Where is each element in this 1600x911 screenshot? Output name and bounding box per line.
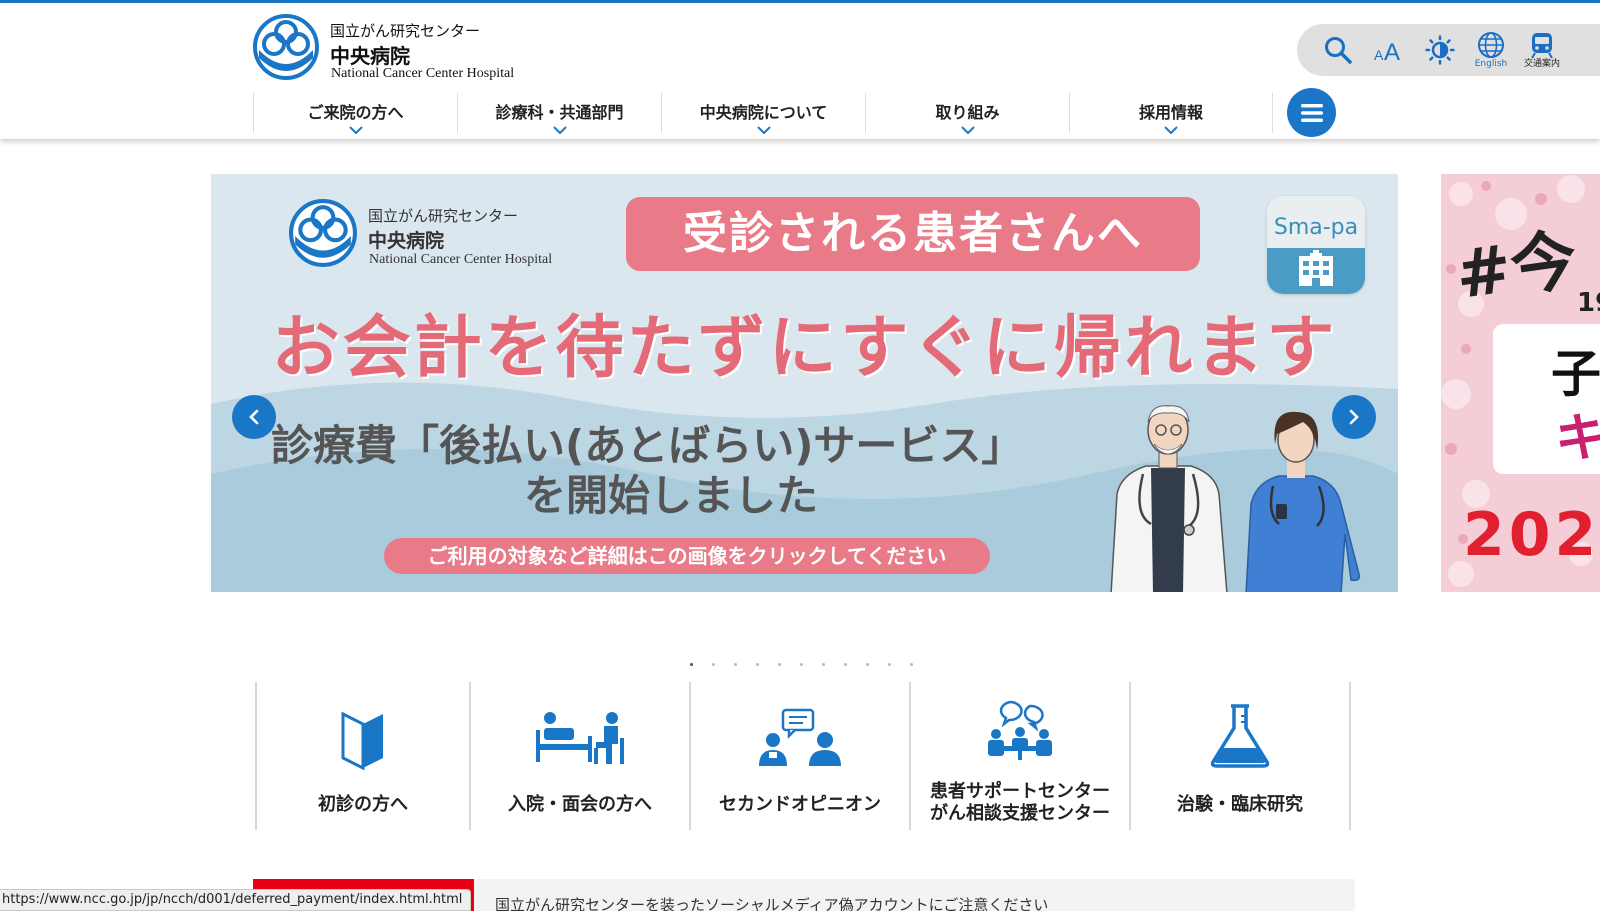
quick-link-label: 初診の方へ xyxy=(318,794,408,815)
site-header: 国立がん研究センター 中央病院 National Cancer Center H… xyxy=(0,3,1600,139)
carousel-dot[interactable] xyxy=(712,663,715,666)
carousel-dot[interactable] xyxy=(910,663,913,666)
support-meeting-icon xyxy=(988,700,1052,760)
logo-text-line1: 国立がん研究センター xyxy=(330,22,481,40)
quick-links: 初診の方へ 入院・面会の方へ セカンドオピニオン 患者サポートセンター がん相談… xyxy=(255,682,1355,830)
chevron-down-icon xyxy=(552,126,567,134)
english-label: English xyxy=(1474,59,1508,69)
nav-item-about[interactable]: 中央病院について xyxy=(661,93,865,134)
next-slide-text-5: 202 xyxy=(1463,500,1600,570)
quick-link-patient-support[interactable]: 患者サポートセンター がん相談支援センター xyxy=(909,682,1129,830)
quick-link-clinical-trials[interactable]: 治験・臨床研究 xyxy=(1129,682,1351,830)
next-slide-text-1: #今 xyxy=(1450,219,1582,315)
quick-link-label: 患者サポートセンター がん相談支援センター xyxy=(911,781,1129,825)
chevron-left-icon xyxy=(249,409,259,425)
chevron-down-icon xyxy=(1164,126,1178,134)
nav-item-departments[interactable]: 診療科・共通部門 xyxy=(457,93,661,134)
svg-text:A: A xyxy=(1374,47,1384,63)
fake-account-notice-link[interactable]: 国立がん研究センターを装ったソーシャルメディア偽アカウントにご注意ください xyxy=(495,894,1048,911)
ncc-logo-mark-icon xyxy=(253,14,319,80)
ncc-logo-mark-icon xyxy=(289,199,357,267)
logo-text-line2: 中央病院 xyxy=(330,44,410,68)
chevron-right-icon xyxy=(1349,409,1359,425)
beginner-mark-icon xyxy=(341,711,383,770)
slide-logo: 国立がん研究センター 中央病院 National Cancer Center H… xyxy=(289,199,609,269)
carousel-dot[interactable] xyxy=(778,663,781,666)
site-logo[interactable]: 国立がん研究センター 中央病院 National Cancer Center H… xyxy=(253,14,553,84)
svg-text:A: A xyxy=(1384,39,1400,64)
nav-item-recruit[interactable]: 採用情報 xyxy=(1069,93,1273,134)
hospital-building-icon xyxy=(1299,250,1333,286)
globe-icon xyxy=(1478,32,1504,58)
next-slide-text-4: キ xyxy=(1555,409,1600,469)
next-slide-text-2: 19 xyxy=(1577,288,1600,318)
carousel-dot[interactable] xyxy=(756,663,759,666)
quick-link-admission-visit[interactable]: 入院・面会の方へ xyxy=(469,682,689,830)
nav-label: 中央病院について xyxy=(699,103,828,122)
quick-link-second-opinion[interactable]: セカンドオピニオン xyxy=(689,682,909,830)
train-icon xyxy=(1531,33,1553,59)
flask-icon xyxy=(1210,704,1270,768)
menu-button[interactable] xyxy=(1287,88,1336,137)
quick-link-label-line2: がん相談支援センター xyxy=(930,803,1110,824)
slide-logo-line3: National Cancer Center Hospital xyxy=(369,252,553,267)
chevron-down-icon xyxy=(960,126,975,134)
hamburger-menu-icon xyxy=(1300,103,1323,122)
quick-link-label: セカンドオピニオン xyxy=(719,794,881,815)
chevron-down-icon xyxy=(348,126,363,134)
logo-text-line3: National Cancer Center Hospital xyxy=(331,66,515,81)
font-size-icon: A A xyxy=(1374,39,1400,64)
carousel-dot[interactable] xyxy=(822,663,825,666)
chevron-down-icon xyxy=(756,126,771,134)
carousel-dot[interactable] xyxy=(690,663,693,666)
contrast-button[interactable] xyxy=(1417,28,1463,72)
slide-heading-pill: 受診される患者さんへ xyxy=(626,197,1200,271)
quick-link-label: 治験・臨床研究 xyxy=(1177,794,1303,815)
search-icon xyxy=(1325,37,1352,64)
carousel-dot[interactable] xyxy=(800,663,803,666)
nav-label: 採用情報 xyxy=(1138,103,1203,122)
slide-headline: お会計を待たずにすぐに帰れます xyxy=(271,309,1338,388)
carousel-dot[interactable] xyxy=(734,663,737,666)
carousel-dot[interactable] xyxy=(844,663,847,666)
nav-label: 取り組み xyxy=(935,103,1000,122)
english-button[interactable]: English xyxy=(1468,28,1514,72)
smapa-app-icon: Sma-pa xyxy=(1267,196,1365,294)
carousel-next-button[interactable] xyxy=(1332,395,1376,439)
nav-label: ご来院の方へ xyxy=(307,103,404,122)
access-label: 交通案内 xyxy=(1523,59,1560,69)
nav-item-initiatives[interactable]: 取り組み xyxy=(865,93,1069,134)
quick-link-label-line1: 患者サポートセンター xyxy=(930,781,1110,802)
slide-subheading-2: を開始しました xyxy=(523,471,818,520)
quick-link-first-visit[interactable]: 初診の方へ xyxy=(255,682,469,830)
utility-toolbar: A A English 交通案内 xyxy=(1297,24,1600,76)
search-button[interactable] xyxy=(1315,28,1361,72)
slide-cta-pill: ご利用の対象など詳細はこの画像をクリックしてください xyxy=(384,538,990,574)
carousel-slide-next-peek[interactable]: #今 19 子 キ 202 xyxy=(1441,174,1600,592)
quick-link-label: 入院・面会の方へ xyxy=(508,794,652,815)
consultation-icon xyxy=(759,708,841,766)
nav-label: 診療科・共通部門 xyxy=(495,103,624,122)
carousel-dot[interactable] xyxy=(866,663,869,666)
carousel-prev-button[interactable] xyxy=(232,395,276,439)
brightness-icon xyxy=(1425,35,1455,65)
slide-logo-line1: 国立がん研究センター xyxy=(368,207,519,225)
hospital-bed-visit-icon xyxy=(536,712,624,764)
carousel-dot[interactable] xyxy=(888,663,891,666)
browser-status-url: https://www.ncc.go.jp/jp/ncch/d001/defer… xyxy=(0,889,472,911)
slide-logo-line2: 中央病院 xyxy=(368,230,445,252)
nav-item-visitors[interactable]: ご来院の方へ xyxy=(253,93,457,134)
font-size-button[interactable]: A A xyxy=(1366,28,1412,72)
carousel-slide-deferred-payment[interactable]: 国立がん研究センター 中央病院 National Cancer Center H… xyxy=(211,174,1398,592)
app-name: Sma-pa xyxy=(1267,196,1365,248)
access-button[interactable]: 交通案内 xyxy=(1519,28,1565,72)
